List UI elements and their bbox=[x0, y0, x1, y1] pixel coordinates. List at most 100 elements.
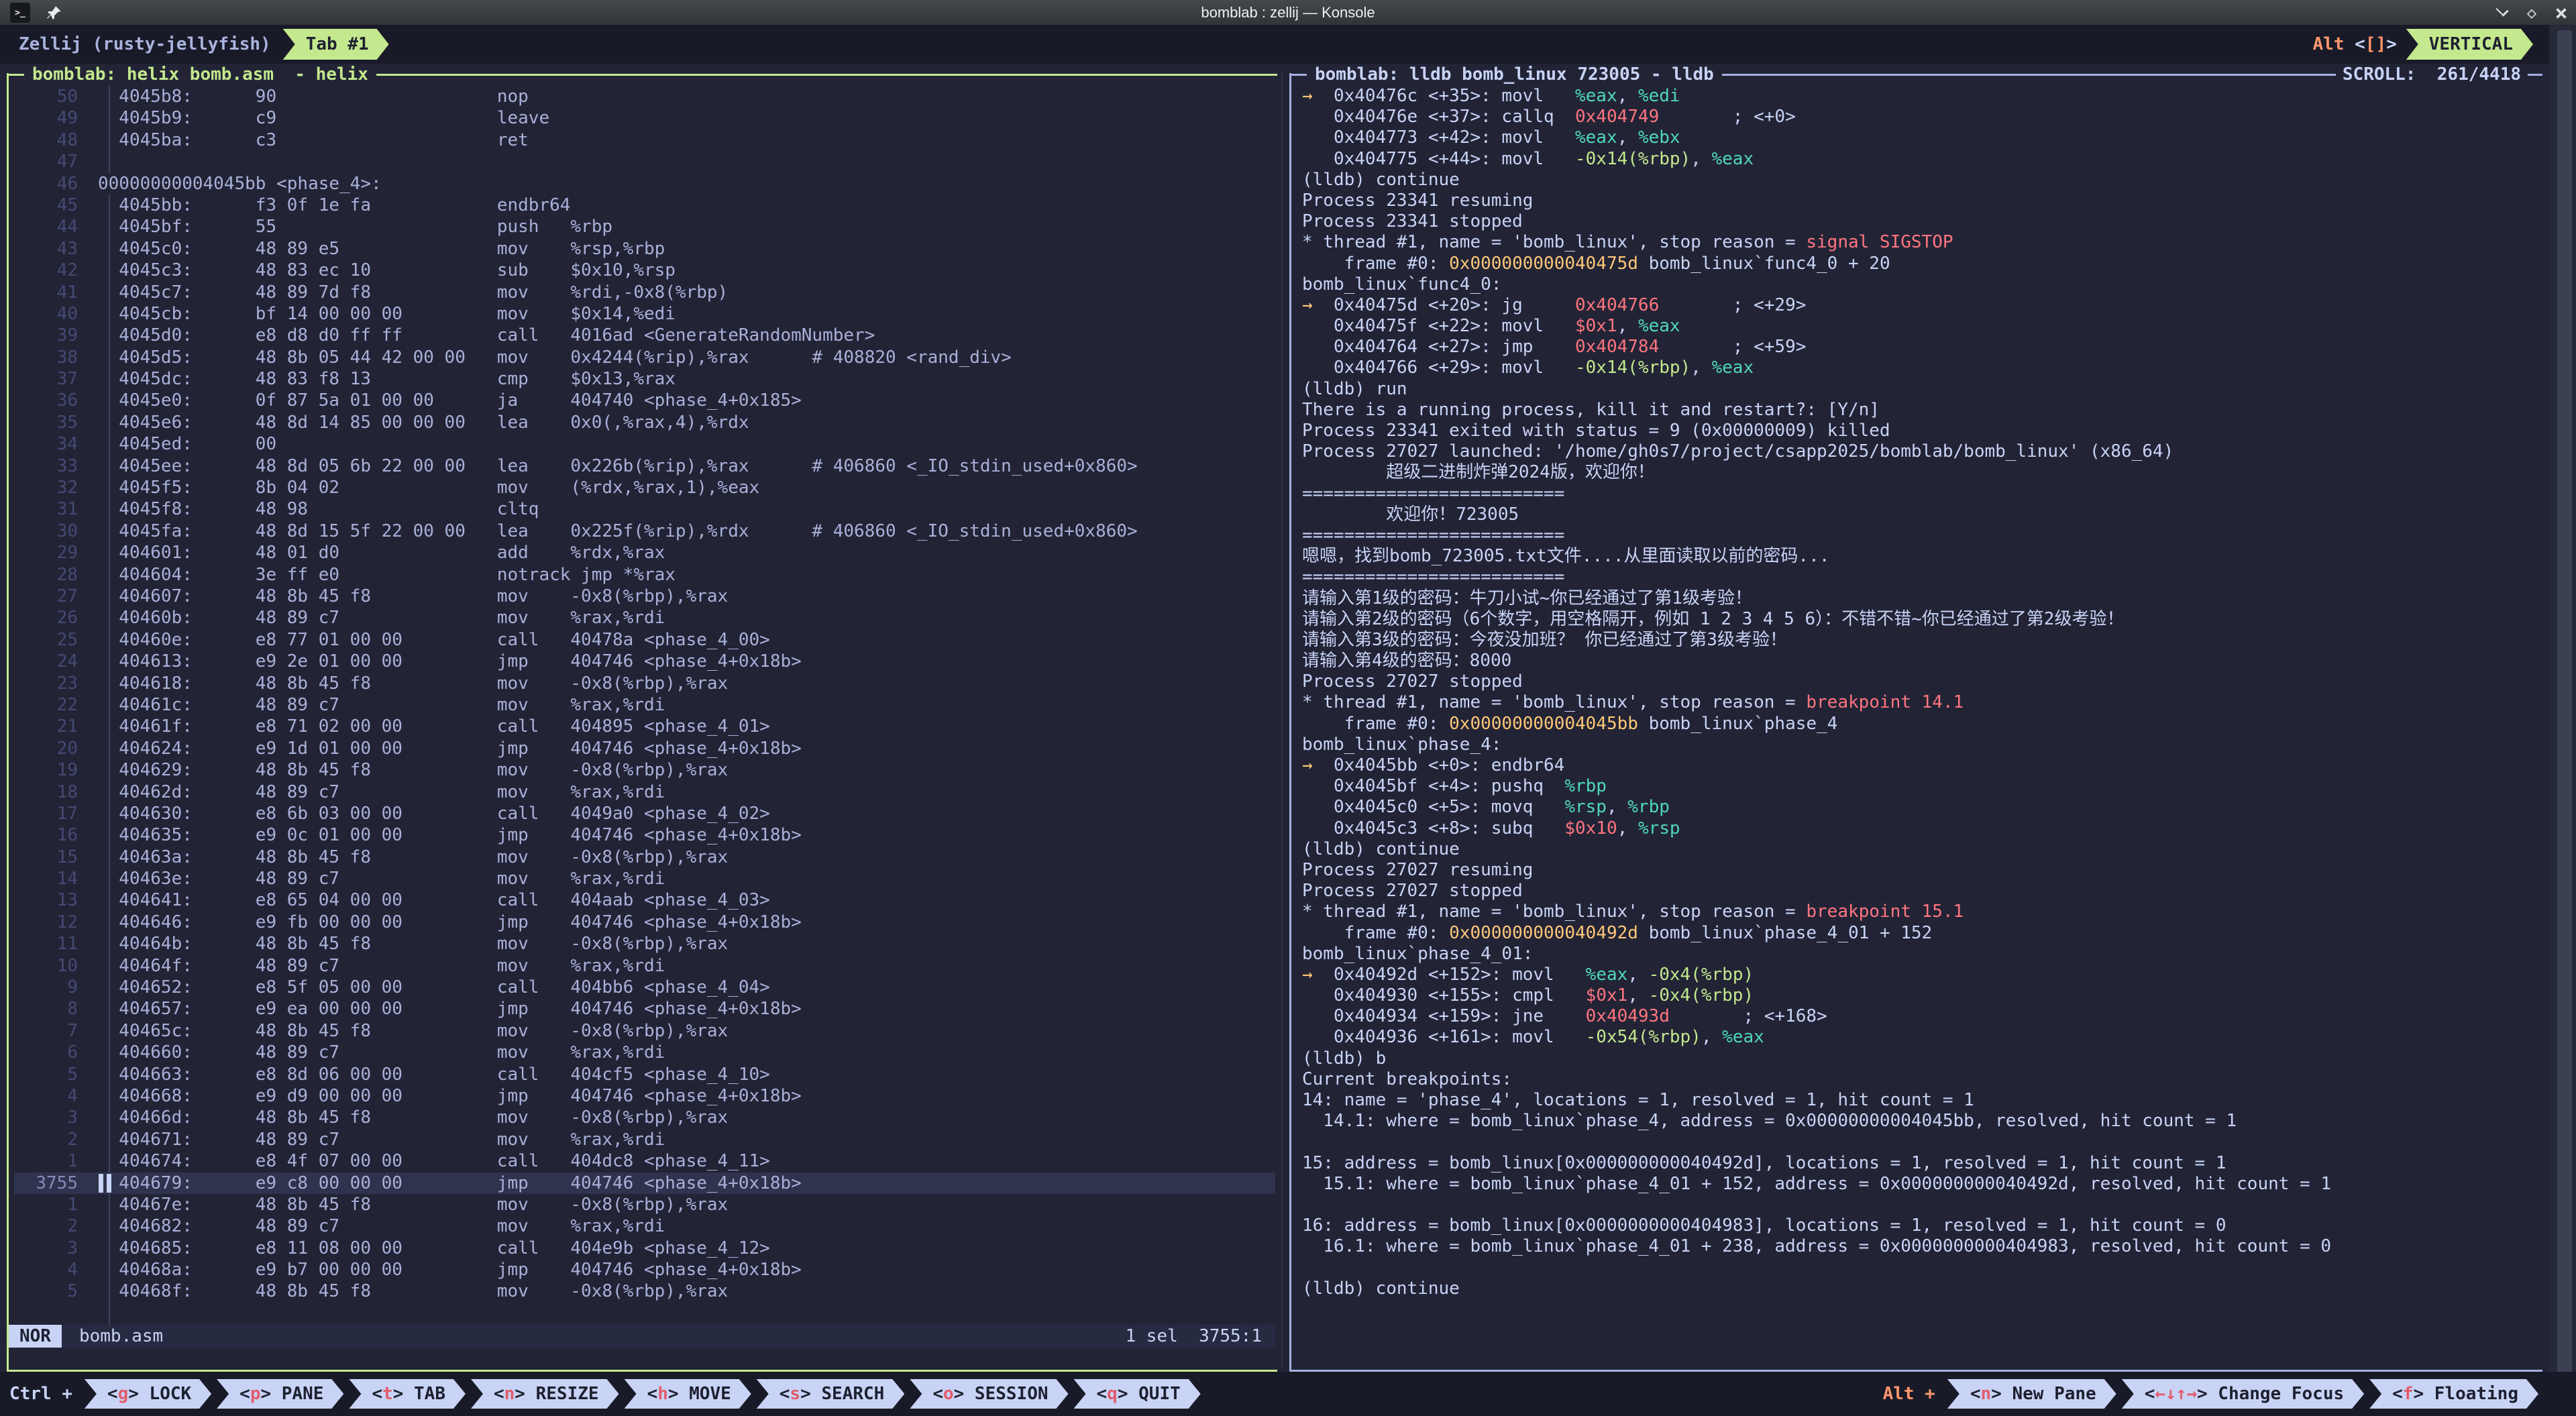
keybind-tab: <t> TAB bbox=[349, 1379, 466, 1409]
lldb-output[interactable]: → 0x40476c <+35>: movl %eax, %edi 0x4047… bbox=[1291, 86, 2540, 1370]
keybind-lock: <g> LOCK bbox=[85, 1379, 211, 1409]
asm-line: 27 404607: 48 8b 45 f8 mov -0x8(%rbp),%r… bbox=[14, 586, 1275, 607]
window-title: bomblab : zellij — Konsole bbox=[0, 4, 2576, 21]
lldb-line: Current breakpoints: bbox=[1302, 1069, 2540, 1090]
lldb-line: (lldb) continue bbox=[1302, 1278, 2540, 1299]
lldb-line: * thread #1, name = 'bomb_linux', stop r… bbox=[1302, 232, 2540, 253]
lldb-line: 14.1: where = bomb_linux`phase_4, addres… bbox=[1302, 1111, 2540, 1132]
asm-line: 5 40468f: 48 8b 45 f8 mov -0x8(%rbp),%ra… bbox=[14, 1281, 1275, 1302]
lldb-line: * thread #1, name = 'bomb_linux', stop r… bbox=[1302, 692, 2540, 713]
asm-line: 47 bbox=[14, 151, 1275, 172]
asm-line: 45 4045bb: f3 0f 1e fa endbr64 bbox=[14, 195, 1275, 216]
lldb-line: frame #0: 0x000000000040492d bomb_linux`… bbox=[1302, 923, 2540, 944]
lldb-line: bomb_linux`phase_4_01: bbox=[1302, 944, 2540, 965]
pane-divider[interactable] bbox=[1281, 74, 1283, 1368]
scrollbar-thumb[interactable] bbox=[2557, 30, 2572, 1411]
scroll-indicator: SCROLL: 261/4418 bbox=[2336, 64, 2528, 86]
mode-badge-vertical: VERTICAL bbox=[2406, 29, 2533, 60]
lldb-pane[interactable]: bomblab: lldb bomb_linux 723005 - lldb S… bbox=[1289, 64, 2542, 1372]
helix-statusline: NOR bomb.asm 1 sel 3755:1 bbox=[9, 1325, 1275, 1348]
lldb-line: 0x40476e <+37>: callq 0x404749 ; <+0> bbox=[1302, 107, 2540, 127]
scrollbar[interactable] bbox=[2549, 25, 2576, 1416]
window-titlebar: >_ bomblab : zellij — Konsole ◇ × bbox=[0, 0, 2576, 25]
asm-line: 50 4045b8: 90 nop bbox=[14, 86, 1275, 107]
asm-line: 16 404635: e9 0c 01 00 00 jmp 404746 <ph… bbox=[14, 824, 1275, 846]
lldb-line: Process 23341 resuming bbox=[1302, 190, 2540, 211]
alt-hint: Alt <[]> bbox=[2313, 34, 2397, 54]
asm-line: 34 4045ed: 00 bbox=[14, 433, 1275, 455]
lldb-line: frame #0: 0x00000000004045bb bomb_linux`… bbox=[1302, 714, 2540, 734]
lldb-line: 14: name = 'phase_4', locations = 1, res… bbox=[1302, 1090, 2540, 1111]
lldb-line: ========================= bbox=[1302, 525, 2540, 546]
asm-line: 22 40461c: 48 89 c7 mov %rax,%rdi bbox=[14, 694, 1275, 716]
asm-line: 12 404646: e9 fb 00 00 00 jmp 404746 <ph… bbox=[14, 912, 1275, 933]
lldb-line: 0x404775 <+44>: movl -0x14(%rbp), %eax bbox=[1302, 149, 2540, 170]
lldb-line: 0x404930 <+155>: cmpl $0x1, -0x4(%rbp) bbox=[1302, 985, 2540, 1006]
tab-1[interactable]: Tab #1 bbox=[283, 29, 389, 60]
asm-line: 6 404660: 48 89 c7 mov %rax,%rdi bbox=[14, 1042, 1275, 1063]
lldb-pane-title: bomblab: lldb bomb_linux 723005 - lldb bbox=[1307, 64, 1722, 86]
lldb-line: 0x404773 <+42>: movl %eax, %ebx bbox=[1302, 127, 2540, 148]
asm-line: 4600000000004045bb <phase_4>: bbox=[14, 173, 1275, 195]
lldb-line bbox=[1302, 1195, 2540, 1215]
keybind-search: <s> SEARCH bbox=[757, 1379, 905, 1409]
lldb-line: Process 23341 stopped bbox=[1302, 211, 2540, 232]
asm-line: 1 404674: e8 4f 07 00 00 call 404dc8 <ph… bbox=[14, 1150, 1275, 1172]
close-button[interactable]: × bbox=[2546, 0, 2576, 25]
lldb-line: ========================= bbox=[1302, 567, 2540, 588]
lldb-line: bomb_linux`func4_0: bbox=[1302, 274, 2540, 295]
zellij-tab-bar: Zellij (rusty-jellyfish) Tab #1 Alt <[]>… bbox=[0, 25, 2576, 64]
lldb-line: Process 27027 resuming bbox=[1302, 860, 2540, 881]
asm-line: 42 4045c3: 48 83 ec 10 sub $0x10,%rsp bbox=[14, 260, 1275, 281]
helix-commandline bbox=[9, 1348, 1275, 1370]
minimize-button[interactable] bbox=[2487, 0, 2517, 25]
keybind-resize: <n> RESIZE bbox=[471, 1379, 619, 1409]
lldb-line: 16: address = bomb_linux[0x0000000000404… bbox=[1302, 1215, 2540, 1236]
keybind-change-focus: <←↓↑→> Change Focus bbox=[2122, 1379, 2364, 1409]
pin-icon[interactable] bbox=[46, 4, 63, 21]
helix-pane[interactable]: bomblab: helix bomb.asm - helix 50 4045b… bbox=[7, 64, 1277, 1372]
lldb-line: 16.1: where = bomb_linux`phase_4_01 + 23… bbox=[1302, 1236, 2540, 1257]
lldb-line: 15: address = bomb_linux[0x0000000000404… bbox=[1302, 1153, 2540, 1174]
lldb-line: 0x4045c0 <+5>: movq %rsp, %rbp bbox=[1302, 797, 2540, 818]
lldb-line: bomb_linux`phase_4: bbox=[1302, 734, 2540, 755]
keybind-pane: <p> PANE bbox=[217, 1379, 343, 1409]
lldb-line: 请输入第2级的密码（6个数字，用空格隔开，例如 1 2 3 4 5 6）：不错不… bbox=[1302, 609, 2540, 630]
asm-line: 49 4045b9: c9 leave bbox=[14, 107, 1275, 129]
asm-line: 9 404652: e8 5f 05 00 00 call 404bb6 <ph… bbox=[14, 977, 1275, 998]
alt-prefix: Alt + bbox=[1883, 1384, 1935, 1404]
asm-line: 15 40463a: 48 8b 45 f8 mov -0x8(%rbp),%r… bbox=[14, 847, 1275, 868]
lldb-line: 请输入第1级的密码：牛刀小试~你已经通过了第1级考验！ bbox=[1302, 588, 2540, 609]
asm-line: 4 404668: e9 d9 00 00 00 jmp 404746 <pha… bbox=[14, 1085, 1275, 1107]
asm-line: 17 404630: e8 6b 03 00 00 call 4049a0 <p… bbox=[14, 803, 1275, 824]
lldb-line: There is a running process, kill it and … bbox=[1302, 400, 2540, 421]
asm-line: 35 4045e6: 48 8d 14 85 00 00 00 lea 0x0(… bbox=[14, 412, 1275, 433]
lldb-line: → 0x4045bb <+0>: endbr64 bbox=[1302, 755, 2540, 776]
asm-line: 11 40464b: 48 8b 45 f8 mov -0x8(%rbp),%r… bbox=[14, 933, 1275, 955]
maximize-button[interactable]: ◇ bbox=[2517, 0, 2546, 25]
lldb-line: → 0x40475d <+20>: jg 0x404766 ; <+29> bbox=[1302, 295, 2540, 316]
lldb-line: Process 27027 launched: '/home/gh0s7/pro… bbox=[1302, 441, 2540, 462]
konsole-app-icon: >_ bbox=[9, 2, 31, 23]
lldb-line: 0x404934 <+159>: jne 0x40493d ; <+168> bbox=[1302, 1006, 2540, 1027]
lldb-line: 0x404766 <+29>: movl -0x14(%rbp), %eax bbox=[1302, 358, 2540, 378]
text-cursor bbox=[107, 1174, 111, 1193]
lldb-line: (lldb) b bbox=[1302, 1048, 2540, 1069]
asm-line: 39 4045d0: e8 d8 d0 ff ff call 4016ad <G… bbox=[14, 325, 1275, 346]
lldb-line: 15.1: where = bomb_linux`phase_4_01 + 15… bbox=[1302, 1174, 2540, 1195]
asm-line: 23 404618: 48 8b 45 f8 mov -0x8(%rbp),%r… bbox=[14, 673, 1275, 694]
lldb-line bbox=[1302, 1132, 2540, 1152]
lldb-line: 0x404936 <+161>: movl -0x54(%rbp), %eax bbox=[1302, 1027, 2540, 1048]
lldb-line: 0x404764 <+27>: jmp 0x404784 ; <+59> bbox=[1302, 337, 2540, 358]
asm-line: 3 40466d: 48 8b 45 f8 mov -0x8(%rbp),%ra… bbox=[14, 1107, 1275, 1128]
lldb-line: → 0x40492d <+152>: movl %eax, -0x4(%rbp) bbox=[1302, 965, 2540, 985]
asm-listing[interactable]: 50 4045b8: 90 nop49 4045b9: c9 leave48 4… bbox=[9, 86, 1275, 1327]
asm-line: 38 4045d5: 48 8b 05 44 42 00 00 mov 0x42… bbox=[14, 347, 1275, 368]
text-cursor bbox=[99, 1174, 103, 1193]
asm-line: 14 40463e: 48 89 c7 mov %rax,%rdi bbox=[14, 868, 1275, 889]
keybind-chips-left: <g> LOCK<p> PANE<t> TAB<n> RESIZE<h> MOV… bbox=[79, 1379, 1201, 1409]
asm-line: 40 4045cb: bf 14 00 00 00 mov $0x14,%edi bbox=[14, 303, 1275, 325]
lldb-line: 0x40475f <+22>: movl $0x1, %eax bbox=[1302, 316, 2540, 337]
keybind-new-pane: <n> New Pane bbox=[1947, 1379, 2116, 1409]
lldb-line: (lldb) continue bbox=[1302, 839, 2540, 860]
